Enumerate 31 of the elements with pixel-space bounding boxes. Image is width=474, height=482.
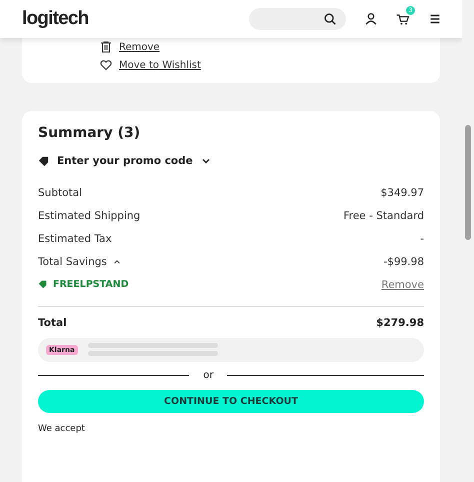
trash-icon [100, 41, 112, 53]
line-label: Estimated Shipping [38, 210, 140, 222]
tag-icon [38, 280, 47, 289]
menu-icon[interactable] [428, 12, 442, 26]
promo-code-toggle[interactable]: Enter your promo code [57, 155, 193, 167]
or-divider-text: or [203, 370, 214, 381]
account-icon[interactable] [364, 12, 378, 26]
summary-title: Summary (3) [38, 125, 142, 141]
logo[interactable]: logitech [22, 8, 88, 30]
line-value: - [420, 232, 424, 244]
total-label: Total [38, 316, 67, 328]
search-field[interactable] [249, 8, 346, 30]
action-link[interactable]: Remove [119, 42, 160, 52]
search-icon [323, 12, 337, 26]
tag-icon [38, 156, 49, 166]
checkout-button[interactable]: CONTINUE TO CHECKOUT [38, 390, 424, 413]
savings-value: -$99.98 [383, 256, 424, 268]
heart-icon [100, 59, 112, 71]
savings-label: Total Savings [38, 256, 107, 268]
total-value: $279.98 [376, 316, 424, 328]
line-value: Free - Standard [343, 210, 424, 222]
line-label: Subtotal [38, 186, 82, 198]
line-label: Estimated Tax [38, 232, 112, 244]
we-accept-text: We accept [38, 424, 86, 434]
remove-link[interactable]: Remove [381, 278, 424, 290]
chevron-down-icon[interactable] [200, 156, 211, 166]
action-link[interactable]: Move to Wishlist [119, 60, 201, 70]
line-value: $349.97 [380, 186, 424, 198]
promo-code: FREELPSTAND [53, 279, 129, 290]
chevron-up-icon[interactable] [112, 258, 121, 266]
cart-icon[interactable] [396, 12, 410, 26]
